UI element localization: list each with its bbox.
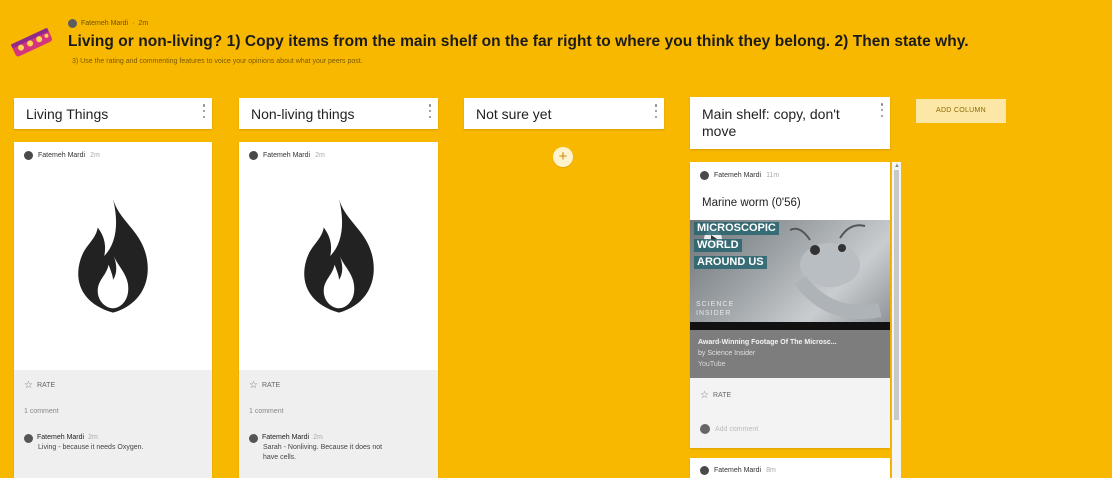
page-title: Living or non-living? 1) Copy items from… [68, 33, 969, 50]
post-card[interactable]: Fatemeh Mardi 11m Marine worm (0'56) MIC… [690, 162, 890, 448]
add-post-button[interactable]: + [553, 147, 573, 167]
flame-icon [239, 182, 438, 332]
column-title: Living Things [26, 106, 109, 122]
rate-button[interactable]: ☆ RATE [24, 380, 55, 391]
post-time: 2m [90, 152, 100, 159]
video-info[interactable]: Award-Winning Footage Of The Microsc... … [690, 330, 890, 378]
column-title: Not sure yet [476, 106, 552, 122]
avatar [249, 433, 258, 443]
avatar [700, 171, 709, 180]
board-time: 2m [138, 19, 149, 27]
column-header-living[interactable]: Living Things [14, 98, 212, 129]
more-vert-icon[interactable] [428, 104, 432, 118]
column-title: Main shelf: copy, don't move [702, 106, 840, 139]
avatar [249, 151, 258, 160]
rate-button[interactable]: ☆ RATE [249, 380, 280, 391]
column-header-nonliving[interactable]: Non-living things [239, 98, 438, 129]
card-footer: ☆ RATE 1 comment Fatemeh Mardi 2m Living… [14, 370, 212, 478]
author-name: Fatemeh Mardi [263, 152, 311, 159]
comment: Fatemeh Mardi 2m Sarah - Nonliving. Beca… [249, 433, 382, 463]
board-header: Fatemeh Mardi · 2m Living or non-living?… [0, 0, 1112, 84]
avatar [24, 151, 33, 160]
comments-count[interactable]: 1 comment [24, 408, 59, 415]
comments-count[interactable]: 1 comment [249, 408, 284, 415]
avatar [700, 466, 709, 475]
card-footer: ☆ RATE [690, 378, 890, 448]
avatar [700, 424, 710, 434]
post-card[interactable]: Fatemeh Mardi 2m ☆ RATE 1 comment Fateme… [239, 142, 438, 478]
post-author: Fatemeh Mardi 8m [700, 466, 776, 475]
scroll-up-icon[interactable]: ▲ [894, 162, 900, 170]
video-thumbnail[interactable]: MICROSCOPIC WORLD AROUND US SCIENCE INSI… [690, 220, 890, 330]
author-name: Fatemeh Mardi [38, 152, 86, 159]
card-footer: ☆ RATE 1 comment Fatemeh Mardi 2m Sarah … [239, 370, 438, 478]
post-author: Fatemeh Mardi 11m [700, 171, 779, 180]
post-time: 2m [315, 152, 325, 159]
scrollbar-thumb[interactable] [894, 170, 899, 420]
board-author-name: Fatemeh Mardi [81, 19, 129, 27]
star-icon: ☆ [249, 380, 258, 391]
post-card[interactable]: Fatemeh Mardi 8m [690, 458, 890, 478]
board-logo [10, 27, 53, 57]
comment: Fatemeh Mardi 2m Living - because it nee… [24, 433, 143, 453]
column-header-notsure[interactable]: Not sure yet [464, 98, 664, 129]
post-author: Fatemeh Mardi 2m [249, 151, 325, 160]
worm-image [789, 224, 882, 319]
post-card[interactable]: Fatemeh Mardi 2m ☆ RATE 1 comment Fateme… [14, 142, 212, 478]
post-author: Fatemeh Mardi 2m [24, 151, 100, 160]
column-header-main-shelf[interactable]: Main shelf: copy, don't move [690, 97, 890, 149]
star-icon: ☆ [24, 380, 33, 391]
avatar [24, 433, 33, 443]
post-time: 11m [766, 172, 780, 179]
star-icon: ☆ [700, 390, 709, 401]
more-vert-icon[interactable] [880, 103, 884, 117]
rate-button[interactable]: ☆ RATE [700, 390, 731, 401]
column-scrollbar[interactable]: ▲ [892, 162, 901, 478]
column-title: Non-living things [251, 106, 355, 122]
more-vert-icon[interactable] [202, 104, 206, 118]
author-name: Fatemeh Mardi [714, 172, 762, 179]
add-column-button[interactable]: ADD COLUMN [916, 99, 1006, 123]
avatar [68, 18, 77, 28]
post-title: Marine worm (0'56) [702, 197, 801, 209]
board-subtitle: 3) Use the rating and commenting feature… [72, 58, 363, 65]
comment-input[interactable]: Add comment [700, 424, 758, 434]
author-name: Fatemeh Mardi [714, 467, 762, 474]
video-progress-bar [690, 322, 890, 330]
more-vert-icon[interactable] [654, 104, 658, 118]
post-time: 8m [766, 467, 776, 474]
board-author: Fatemeh Mardi · 2m [68, 16, 148, 30]
flame-icon [14, 182, 212, 332]
video-brand: SCIENCE INSIDER [696, 301, 735, 317]
